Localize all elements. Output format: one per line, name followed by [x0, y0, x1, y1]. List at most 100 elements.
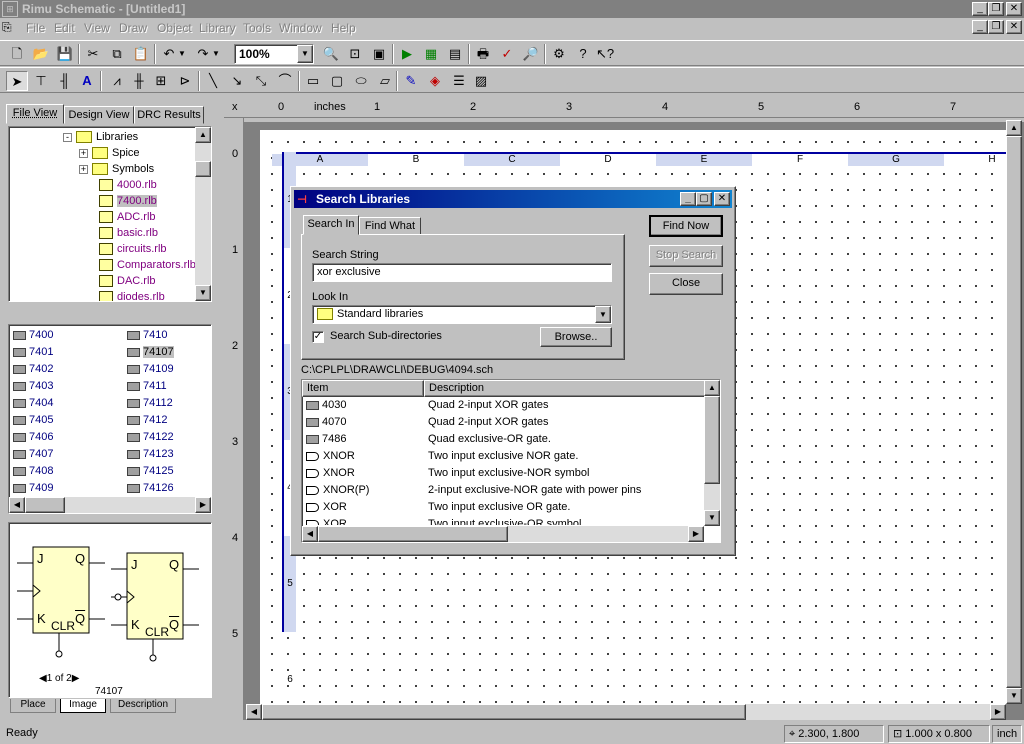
expander-icon[interactable]: + [79, 165, 88, 174]
result-row[interactable]: 7486 Quad exclusive-OR gate. [302, 431, 706, 448]
part-item[interactable]: 7406 [13, 429, 53, 445]
scroll-up-icon[interactable]: ▲ [704, 380, 720, 396]
zoom-icon[interactable]: 🔍 [320, 44, 342, 64]
cut-icon[interactable]: ✂ [82, 44, 104, 64]
scroll-down-icon[interactable]: ▼ [195, 285, 211, 301]
scroll-thumb[interactable] [195, 161, 211, 177]
run-icon[interactable]: ▶ [396, 44, 418, 64]
menu-file[interactable]: File [26, 21, 45, 35]
scroll-right-icon[interactable]: ▶ [688, 526, 704, 542]
minimize-button[interactable]: _ [972, 2, 988, 16]
scroll-thumb[interactable] [704, 396, 720, 484]
tree-item[interactable]: diodes.rlb [99, 289, 165, 302]
scroll-thumb[interactable] [1006, 136, 1022, 688]
dialog-close-button[interactable]: ✕ [714, 192, 730, 206]
new-file-icon[interactable]: 🗋 [6, 44, 28, 64]
tab-design-view[interactable]: Design View [64, 106, 134, 124]
scroll-up-icon[interactable]: ▲ [195, 127, 211, 143]
menu-tools[interactable]: Tools [243, 21, 271, 35]
menu-object[interactable]: Object [157, 21, 192, 35]
capacitor-icon[interactable]: ╫ [128, 71, 150, 91]
rectangle-icon[interactable]: ▭ [302, 71, 324, 91]
find-now-button[interactable]: Find Now [649, 215, 723, 237]
open-folder-icon[interactable]: 📂 [30, 44, 52, 64]
tab-image[interactable]: Image [60, 699, 106, 713]
tree-vscroll[interactable]: ▲ ▼ [195, 127, 211, 301]
stop-search-button[interactable]: Stop Search [649, 245, 723, 267]
doc-restore-button[interactable]: ❐ [988, 20, 1004, 34]
tree-item[interactable]: 7400.rlb [99, 193, 157, 209]
tab-description[interactable]: Description [110, 699, 176, 713]
fill-pattern-icon[interactable]: ▨ [470, 71, 492, 91]
parts-hscroll[interactable]: ◀ ▶ [9, 497, 211, 513]
scroll-right-icon[interactable]: ▶ [195, 497, 211, 513]
part-item[interactable]: 7407 [13, 446, 53, 462]
pen-color-icon[interactable]: ✎ [400, 71, 422, 91]
line-icon[interactable]: ╲ [202, 71, 224, 91]
part-item[interactable]: 7411 [127, 378, 167, 394]
menu-view[interactable]: View [84, 21, 110, 35]
canvas-vscroll[interactable]: ▲ ▼ [1006, 120, 1022, 704]
print-check-icon[interactable]: ✓ [496, 44, 518, 64]
tree-item[interactable]: + Symbols [79, 161, 154, 177]
tree-item[interactable]: + Spice [79, 145, 140, 161]
part-item[interactable]: 7409 [13, 480, 53, 496]
expander-icon[interactable]: - [63, 133, 72, 142]
scroll-down-icon[interactable]: ▼ [1006, 688, 1022, 704]
tree-item[interactable]: circuits.rlb [99, 241, 167, 257]
result-row[interactable]: XNOR Two input exclusive-NOR symbol [302, 465, 706, 482]
menu-window[interactable]: Window [279, 21, 322, 35]
menu-draw[interactable]: Draw [119, 21, 147, 35]
tab-file-view[interactable]: File View [6, 104, 64, 124]
part-item[interactable]: 7412 [127, 412, 167, 428]
print-preview-icon[interactable]: 🔎 [520, 44, 542, 64]
copy-icon[interactable]: ⧉ [106, 44, 128, 64]
netlist-icon[interactable]: ▤ [444, 44, 466, 64]
context-help-icon[interactable]: ↖? [594, 44, 616, 64]
arc-icon[interactable]: ⌒ [274, 71, 296, 91]
part-item[interactable]: 7402 [13, 361, 53, 377]
redo-dropdown-icon[interactable]: ▼ [210, 44, 222, 64]
scroll-thumb[interactable] [262, 704, 746, 720]
paste-icon[interactable]: 📋 [130, 44, 152, 64]
part-item[interactable]: 74112 [127, 395, 173, 411]
bus-icon[interactable]: ╢ [54, 71, 76, 91]
zoom-fit-icon[interactable]: ⊡ [344, 44, 366, 64]
close-button[interactable]: ✕ [1006, 2, 1022, 16]
ellipse-icon[interactable]: ⬭ [350, 71, 372, 91]
undo-dropdown-icon[interactable]: ▼ [176, 44, 188, 64]
document-icon[interactable]: ⎘ [2, 20, 12, 35]
part-item[interactable]: 7408 [13, 463, 53, 479]
menu-help[interactable]: Help [331, 21, 356, 35]
tab-drc-results[interactable]: DRC Results [134, 106, 204, 124]
expander-icon[interactable]: + [79, 149, 88, 158]
browse-button[interactable]: Browse.. [540, 327, 612, 347]
part-item[interactable]: 74109 [127, 361, 174, 377]
preview-pager[interactable]: ◀1 of 2▶ [39, 673, 79, 684]
part-item[interactable]: 7410 [127, 327, 167, 343]
scroll-up-icon[interactable]: ▲ [1006, 120, 1022, 136]
save-icon[interactable]: 💾 [54, 44, 76, 64]
menu-edit[interactable]: Edit [54, 21, 75, 35]
result-row[interactable]: XNOR(P) 2-input exclusive-NOR gate with p… [302, 482, 706, 499]
part-item[interactable]: 7401 [13, 344, 53, 360]
tree-item[interactable]: basic.rlb [99, 225, 158, 241]
menu-library[interactable]: Library [199, 21, 236, 35]
properties-icon[interactable]: ⚙ [548, 44, 570, 64]
zoom-page-icon[interactable]: ▣ [368, 44, 390, 64]
arrow-line-icon[interactable]: ↘ [226, 71, 248, 91]
double-arrow-icon[interactable]: ⤡ [250, 71, 272, 91]
tab-find-what[interactable]: Find What [359, 217, 421, 235]
part-item[interactable]: 7403 [13, 378, 53, 394]
scroll-left-icon[interactable]: ◀ [9, 497, 25, 513]
part-item[interactable]: 74125 [127, 463, 174, 479]
tab-search-in[interactable]: Search In [303, 215, 359, 235]
dialog-maximize-button[interactable]: ▢ [696, 192, 712, 206]
result-row[interactable]: XOR Two input exclusive OR gate. [302, 499, 706, 516]
subdirs-checkbox-row[interactable]: ✓ Search Sub-directories [312, 329, 532, 345]
result-row[interactable]: XNOR Two input exclusive NOR gate. [302, 448, 706, 465]
canvas-hscroll[interactable]: ◀ ▶ [246, 704, 1006, 720]
scroll-thumb[interactable] [25, 497, 65, 513]
search-string-input[interactable]: xor exclusive [312, 263, 612, 282]
col-header-description[interactable]: Description [424, 380, 706, 397]
